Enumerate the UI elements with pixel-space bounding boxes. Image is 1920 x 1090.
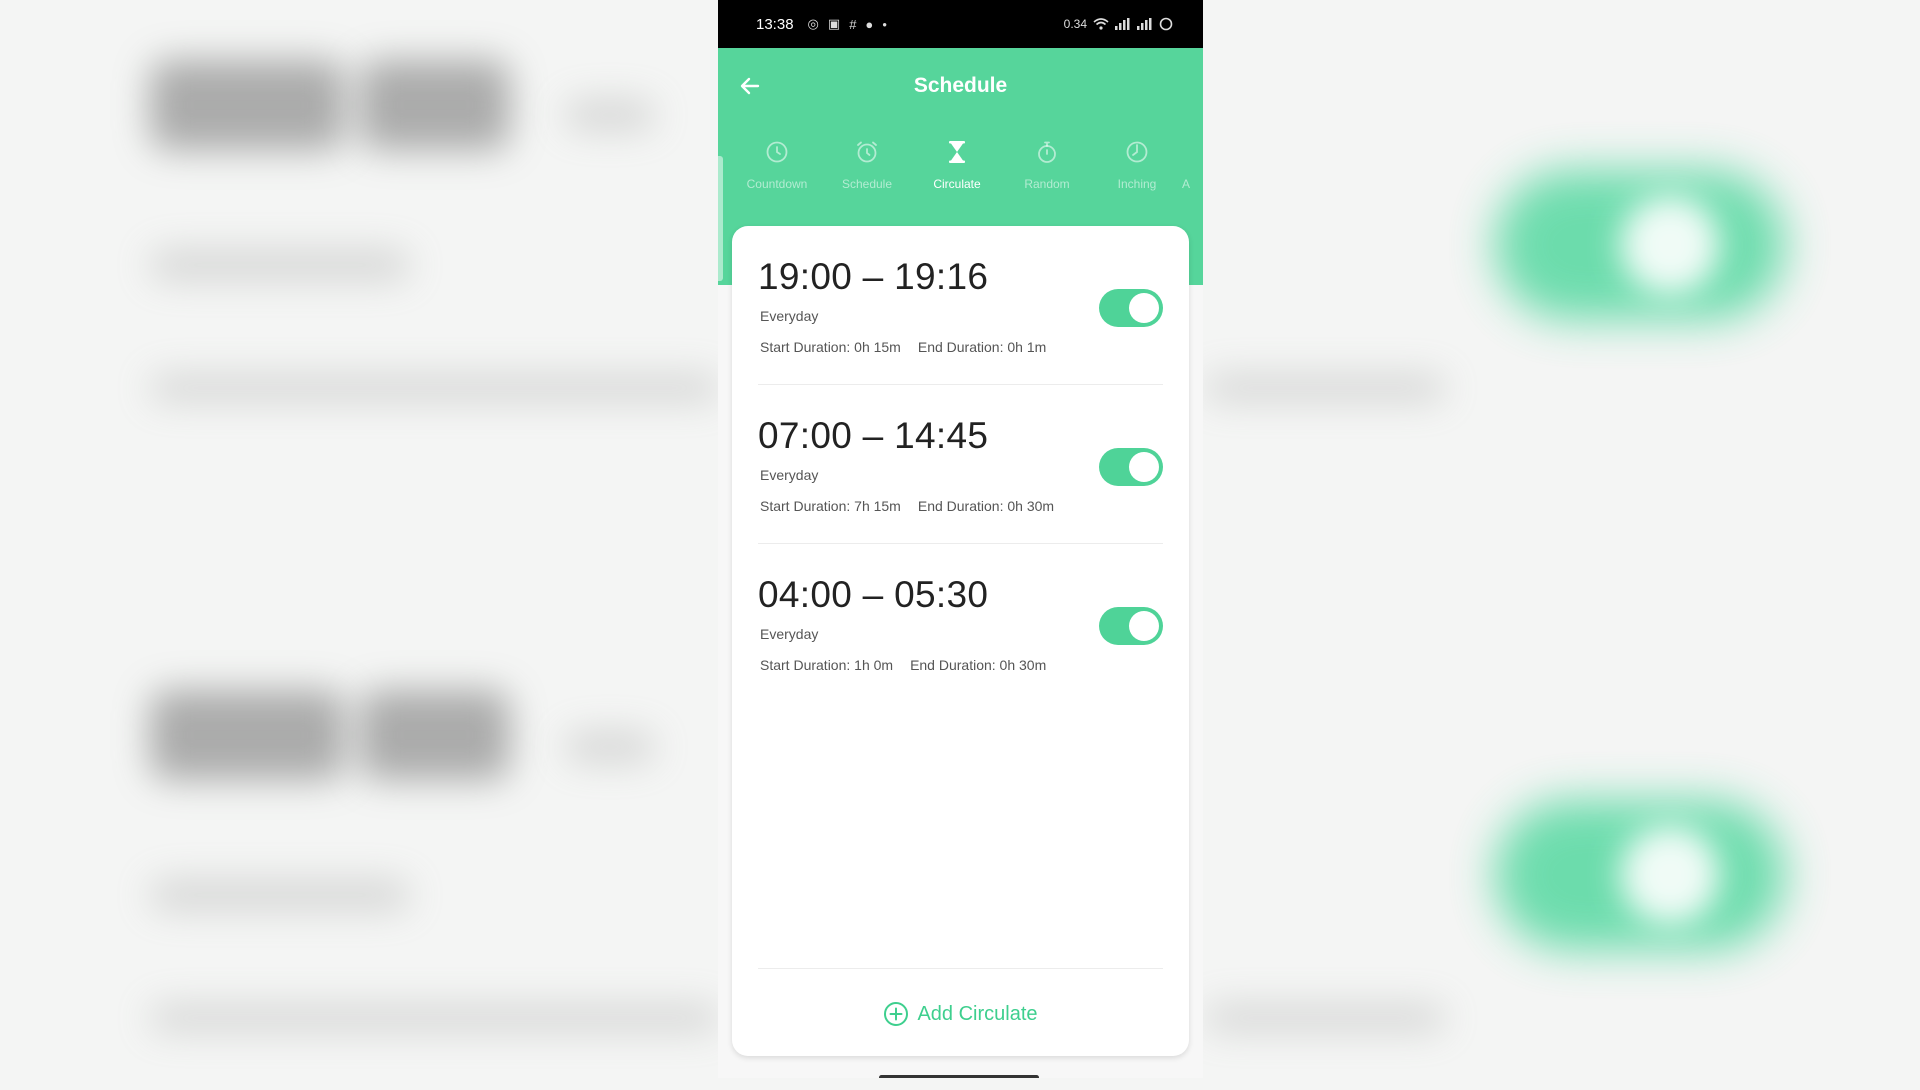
page-title: Schedule [913,74,1008,97]
item-repeat: Everyday [760,626,819,642]
scroll-indicator [718,156,723,281]
item-time-range: 19:00 – 19:16 [758,256,989,297]
item-divider [758,543,1163,544]
data-speed-text: 0.34 [1063,17,1087,31]
plus-circle-icon [884,1002,909,1026]
add-circulate-label: Add Circulate [917,1002,1038,1025]
tab-label: Random [1024,177,1070,191]
start-duration: Start Duration: 7h 15m [760,498,901,514]
hourglass-icon [944,139,970,165]
tab-schedule[interactable]: Schedule [822,133,912,203]
add-circulate-button[interactable]: Add Circulate [732,996,1189,1032]
end-duration: End Duration: 0h 30m [917,498,1055,514]
clock-icon [764,139,790,165]
item-durations: Start Duration: 7h 15m End Duration: 0h … [760,498,1054,514]
grid-icon: # [849,16,857,32]
mode-tabs: Countdown Schedule Circulate Random Inch… [732,133,1203,203]
circulate-item[interactable]: 19:00 – 19:16 Everyday Start Duration: 0… [758,226,1163,384]
enable-toggle[interactable] [1099,289,1163,327]
battery-icon [1159,17,1173,31]
signal-icon [1137,18,1152,30]
tab-label: Countdown [746,177,808,191]
item-durations: Start Duration: 0h 15m End Duration: 0h … [760,339,1046,355]
circulate-list-card: 19:00 – 19:16 Everyday Start Duration: 0… [732,226,1189,1056]
end-duration: End Duration: 0h 1m [917,339,1047,355]
tab-label: Inching [1117,177,1157,191]
photo-icon: ▣ [827,16,841,31]
toggle-knob [1129,452,1159,482]
item-durations: Start Duration: 1h 0m End Duration: 0h 3… [760,657,1046,673]
system-icons: 0.34 [1064,17,1173,31]
circulate-item[interactable]: 07:00 – 14:45 Everyday Start Duration: 7… [758,385,1163,543]
circulate-item[interactable]: 04:00 – 05:30 Everyday Start Duration: 1… [758,544,1163,702]
tab-circulate[interactable]: Circulate [912,133,1002,203]
item-repeat: Everyday [760,467,819,483]
enable-toggle[interactable] [1099,607,1163,645]
wifi-icon [1093,18,1109,30]
signal-icon [1115,18,1130,30]
timer-icon [1124,139,1150,165]
notification-icons: ◎ ▣ # ● ● [808,16,888,32]
phone-screen: 13:38 ◎ ▣ # ● ● 0.34 Schedule Countdown … [718,0,1203,1078]
tab-countdown[interactable]: Countdown [732,133,822,203]
tab-random[interactable]: Random [1002,133,1092,203]
item-time-range: 07:00 – 14:45 [758,415,989,456]
chat-icon: ● [865,16,874,32]
item-time-range: 04:00 – 05:30 [758,574,989,615]
dot-icon: ● [882,19,888,29]
enable-toggle[interactable] [1099,448,1163,486]
tab-overflow[interactable]: A [1182,177,1192,203]
end-duration: End Duration: 0h 30m [910,657,1047,673]
toggle-knob [1129,611,1159,641]
item-repeat: Everyday [760,308,819,324]
item-divider [758,384,1163,385]
start-duration: Start Duration: 1h 0m [760,657,894,673]
tab-label: Schedule [841,177,893,191]
home-indicator[interactable] [879,1075,1039,1078]
stopwatch-icon [1034,139,1060,165]
tab-inching[interactable]: Inching [1092,133,1182,203]
status-bar: 13:38 ◎ ▣ # ● ● 0.34 [718,0,1203,48]
status-time: 13:38 [756,15,794,33]
footer-divider [758,968,1163,969]
toggle-knob [1129,293,1159,323]
tab-label: Circulate [933,177,981,191]
whatsapp-icon: ◎ [807,16,819,31]
start-duration: Start Duration: 0h 15m [760,339,901,355]
alarm-clock-icon [854,139,880,165]
